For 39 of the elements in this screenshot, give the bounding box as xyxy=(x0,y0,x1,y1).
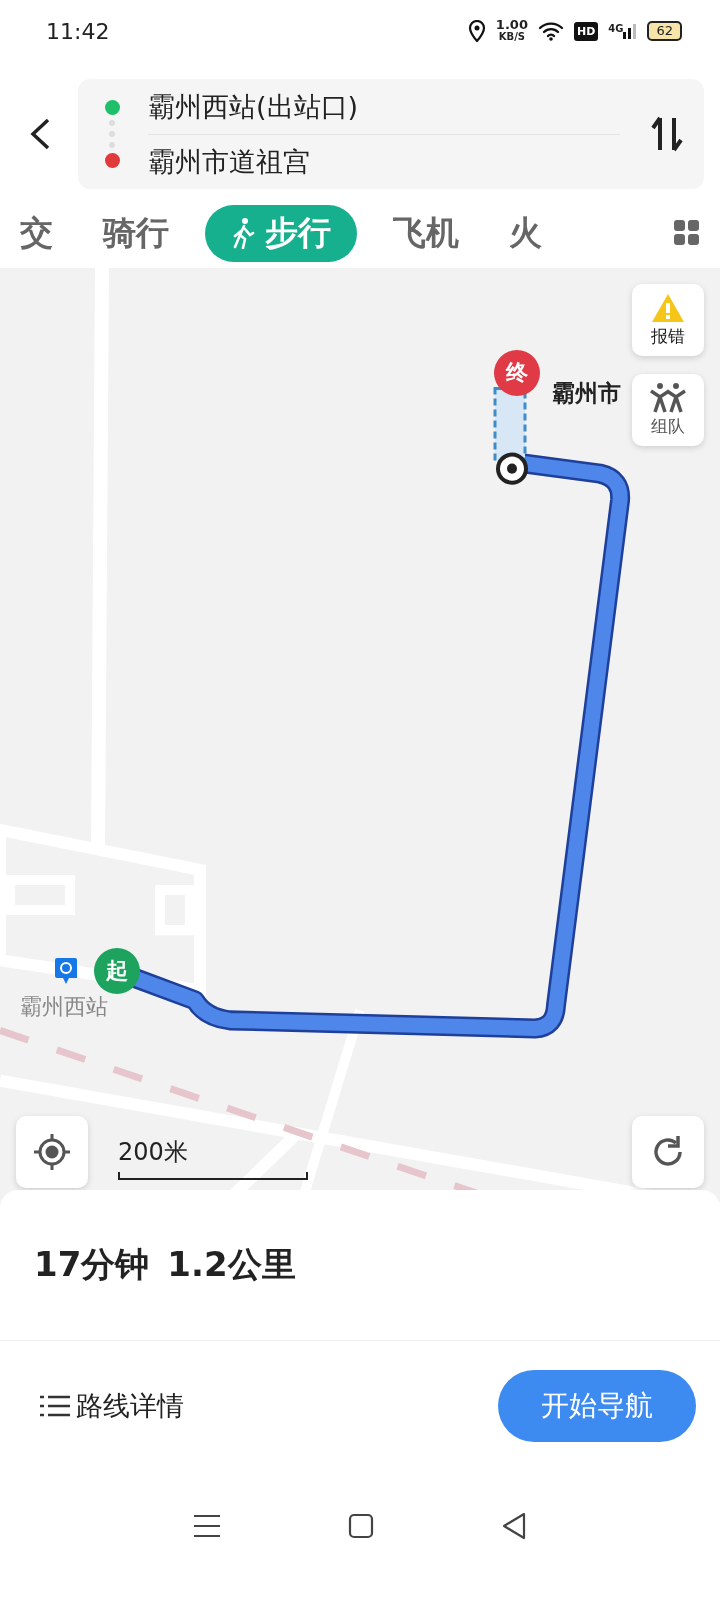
mode-tab[interactable]: 骑行 xyxy=(89,204,183,262)
swap-icon[interactable] xyxy=(650,116,684,152)
menu-icon[interactable] xyxy=(193,1513,222,1538)
locate-button[interactable] xyxy=(16,1116,88,1188)
network-speed: 1.00 KB/S xyxy=(495,19,528,43)
report-button[interactable]: 报错 xyxy=(632,284,704,356)
home-icon[interactable] xyxy=(348,1512,374,1539)
duration-text: 17分钟 xyxy=(34,1243,150,1286)
destination-label: 霸州市 xyxy=(552,379,621,408)
scale-label: 200米 xyxy=(118,1137,189,1168)
status-time: 11:42 xyxy=(46,18,110,44)
back-nav-icon[interactable] xyxy=(500,1511,527,1540)
start-navigation-button[interactable]: 开始导航 xyxy=(498,1370,696,1442)
team-button[interactable]: 组队 xyxy=(632,374,704,446)
back-icon[interactable] xyxy=(28,117,52,151)
mode-tab[interactable]: 交 xyxy=(20,204,67,262)
destination-point-icon xyxy=(496,452,528,485)
battery-indicator: 62 xyxy=(647,21,682,41)
signal-indicator: 4G xyxy=(608,23,638,39)
list-icon xyxy=(40,1395,70,1417)
start-dot xyxy=(104,100,120,115)
end-dot xyxy=(104,153,120,168)
mode-tab[interactable]: 火 xyxy=(495,204,556,262)
hd-badge: HD xyxy=(573,21,599,41)
distance-text: 1.2公里 xyxy=(167,1243,296,1286)
people-icon xyxy=(650,382,686,413)
refresh-button[interactable] xyxy=(632,1116,704,1188)
wifi-icon xyxy=(537,21,564,41)
walking-person-icon xyxy=(231,217,255,249)
location-icon xyxy=(467,20,486,42)
destination-field[interactable]: 霸州市道祖宫 xyxy=(148,134,620,189)
route-details-button[interactable]: 路线详情 xyxy=(34,1387,190,1425)
station-label: 霸州西站 xyxy=(20,993,108,1021)
grid-icon[interactable] xyxy=(674,220,700,246)
origin-field[interactable]: 霸州西站(出站口) xyxy=(148,79,620,135)
station-icon xyxy=(55,958,77,986)
locate-icon xyxy=(32,1132,72,1172)
mode-tab[interactable]: 飞机 xyxy=(379,204,473,262)
warning-icon xyxy=(651,292,685,323)
